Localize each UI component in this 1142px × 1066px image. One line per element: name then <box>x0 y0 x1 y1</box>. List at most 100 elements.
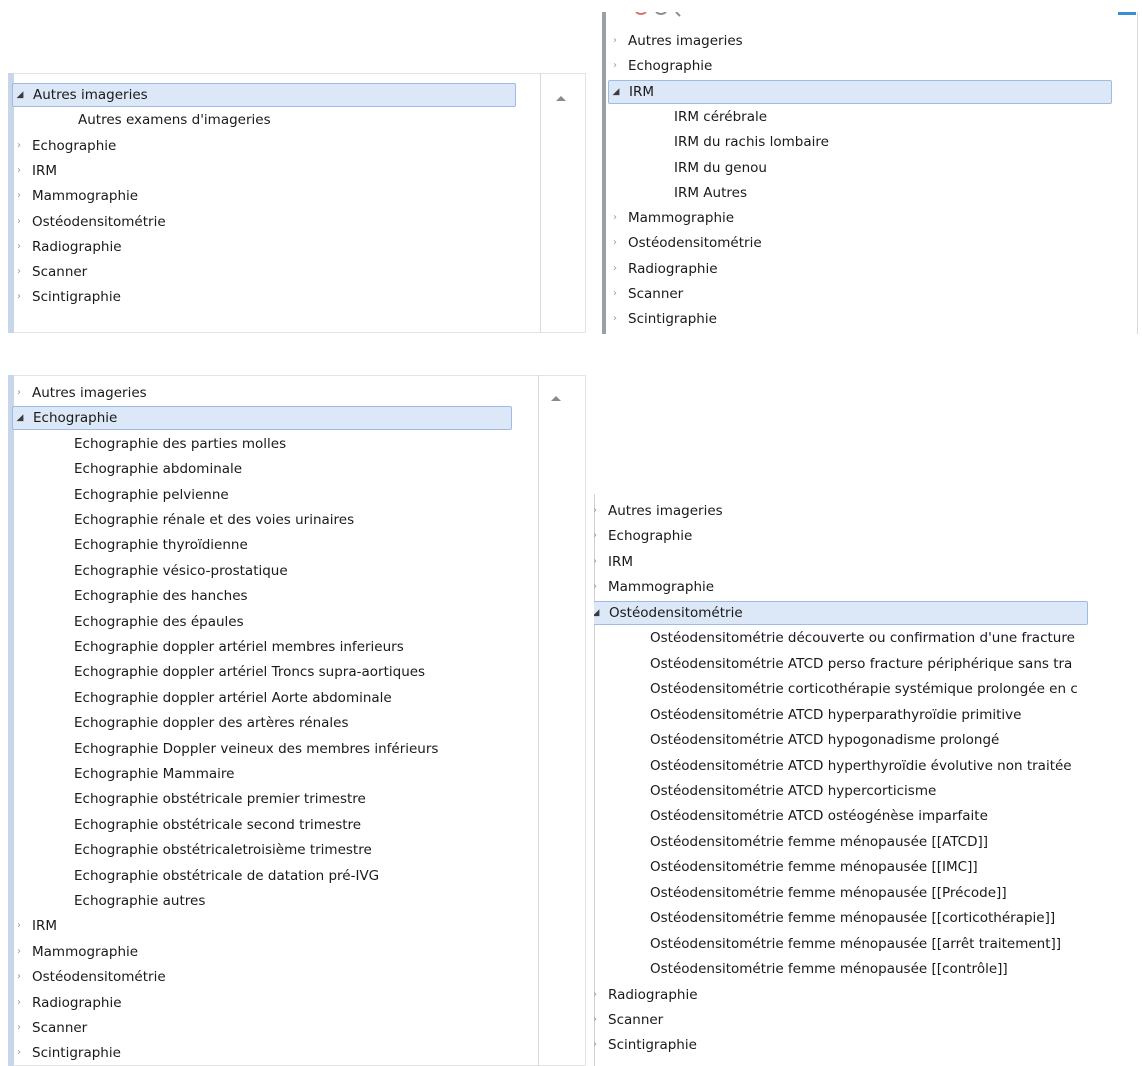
collapsed-arrow-icon[interactable]: › <box>12 991 26 1015</box>
tree-node-radiographie[interactable]: › Radiographie <box>608 257 718 281</box>
tree-leaf-item[interactable]: Ostéodensitométrie femme ménopausée [[Pr… <box>650 881 1007 905</box>
collapsed-arrow-icon[interactable]: › <box>594 1033 602 1057</box>
tree-leaf-item[interactable]: Echographie rénale et des voies urinaire… <box>74 508 354 532</box>
tree-node-scintigraphie[interactable]: › Scintigraphie <box>12 285 121 309</box>
tree-node-irm[interactable]: › IRM <box>12 914 57 938</box>
tree-leaf-item[interactable]: Ostéodensitométrie ATCD hyperparathyroïd… <box>650 703 1021 727</box>
collapsed-arrow-icon[interactable]: › <box>594 983 602 1007</box>
expanded-arrow-icon[interactable]: ◢ <box>13 407 27 429</box>
tree-node-osteodensitometrie[interactable]: › Ostéodensitométrie <box>12 210 166 234</box>
collapsed-arrow-icon[interactable]: › <box>608 307 622 331</box>
tree-node-osteodensitometrie[interactable]: ◢ Ostéodensitométrie <box>594 600 1088 625</box>
tree-node-scanner[interactable]: › Scanner <box>12 1016 87 1040</box>
tree-node-scintigraphie[interactable]: › Scintigraphie <box>608 307 717 331</box>
tree-leaf-item[interactable]: IRM cérébrale <box>674 105 767 129</box>
tree-node-scanner[interactable]: › Scanner <box>12 260 87 284</box>
collapsed-arrow-icon[interactable]: › <box>12 260 26 284</box>
collapsed-arrow-icon[interactable]: › <box>12 159 26 183</box>
tree-node-echographie[interactable]: › Echographie <box>12 134 116 158</box>
collapsed-arrow-icon[interactable]: › <box>12 1016 26 1040</box>
tree-leaf-item[interactable]: Ostéodensitométrie ATCD hypercorticisme <box>650 779 936 803</box>
tree-leaf-item[interactable]: Ostéodensitométrie ATCD hyperthyroïdie é… <box>650 754 1072 778</box>
tree-node-scintigraphie[interactable]: › Scintigraphie <box>594 1033 697 1057</box>
collapsed-arrow-icon[interactable]: › <box>608 29 622 53</box>
tree-leaf-item[interactable]: Ostéodensitométrie femme ménopausée [[ar… <box>650 932 1061 956</box>
tree-node-radiographie[interactable]: › Radiographie <box>594 983 698 1007</box>
scrollbar-track[interactable] <box>538 375 539 1066</box>
collapsed-arrow-icon[interactable]: › <box>12 134 26 158</box>
tree-leaf-item[interactable]: Ostéodensitométrie ATCD ostéogénèse impa… <box>650 804 988 828</box>
tree-leaf-item[interactable]: Autres examens d'imageries <box>78 108 271 132</box>
collapsed-arrow-icon[interactable]: › <box>12 235 26 259</box>
tree-node-radiographie[interactable]: › Radiographie <box>12 235 122 259</box>
tree-leaf-item[interactable]: Echographie thyroïdienne <box>74 533 248 557</box>
tree-leaf-item[interactable]: Echographie doppler artériel Aorte abdom… <box>74 686 392 710</box>
tree-leaf-item[interactable]: Echographie abdominale <box>74 457 242 481</box>
tree-leaf-item[interactable]: IRM du rachis lombaire <box>674 130 829 154</box>
tree-leaf-item[interactable]: Echographie obstétricale premier trimest… <box>74 787 366 811</box>
expanded-arrow-icon[interactable]: ◢ <box>609 81 623 103</box>
tree-node-autres-imageries[interactable]: › Autres imageries <box>12 381 147 405</box>
tree-leaf-item[interactable]: Ostéodensitométrie femme ménopausée [[co… <box>650 906 1055 930</box>
tree-node-autres-imageries[interactable]: › Autres imageries <box>594 499 723 523</box>
collapsed-arrow-icon[interactable]: › <box>594 524 602 548</box>
tree-node-mammographie[interactable]: › Mammographie <box>12 184 138 208</box>
scroll-up-icon[interactable] <box>554 93 568 103</box>
tree-leaf-item[interactable]: Ostéodensitométrie femme ménopausée [[IM… <box>650 855 978 879</box>
tree-leaf-item[interactable]: IRM du genou <box>674 156 767 180</box>
collapsed-arrow-icon[interactable]: › <box>12 940 26 964</box>
tree-leaf-item[interactable]: Echographie Mammaire <box>74 762 234 786</box>
tree-node-echographie[interactable]: ◢ Echographie <box>12 406 512 431</box>
collapsed-arrow-icon[interactable]: › <box>12 285 26 309</box>
tree-leaf-item[interactable]: Ostéodensitométrie femme ménopausée [[AT… <box>650 830 988 854</box>
tree-node-autres-imageries[interactable]: ◢ Autres imageries <box>12 83 516 107</box>
expanded-arrow-icon[interactable]: ◢ <box>13 84 27 106</box>
tree-leaf-item[interactable]: Echographie obstétricaletroisième trimes… <box>74 838 372 862</box>
tree-leaf-item[interactable]: Echographie pelvienne <box>74 483 229 507</box>
tree-leaf-item[interactable]: Echographie des hanches <box>74 584 248 608</box>
scrollbar-track[interactable] <box>1137 12 1138 334</box>
tree-node-osteodensitometrie[interactable]: › Ostéodensitométrie <box>12 965 166 989</box>
tree-leaf-item[interactable]: Ostéodensitométrie corticothérapie systé… <box>650 677 1078 701</box>
scrollbar-track[interactable] <box>540 73 541 333</box>
tree-leaf-item[interactable]: Ostéodensitométrie ATCD perso fracture p… <box>650 652 1072 676</box>
collapsed-arrow-icon[interactable]: › <box>608 54 622 78</box>
collapsed-arrow-icon[interactable]: › <box>608 206 622 230</box>
tree-leaf-item[interactable]: Echographie des épaules <box>74 610 244 634</box>
collapsed-arrow-icon[interactable]: › <box>12 381 26 405</box>
tree-leaf-item[interactable]: Ostéodensitométrie femme ménopausée [[co… <box>650 957 1008 981</box>
tree-leaf-item[interactable]: Echographie doppler artériel Troncs supr… <box>74 660 425 684</box>
tree-node-autres-imageries[interactable]: › Autres imageries <box>608 29 743 53</box>
tree-node-scintigraphie[interactable]: › Scintigraphie <box>12 1041 121 1065</box>
tree-node-scanner[interactable]: › Scanner <box>594 1008 663 1032</box>
tree-leaf-item[interactable]: Ostéodensitométrie ATCD hypogonadisme pr… <box>650 728 999 752</box>
tree-leaf-item[interactable]: Echographie obstétricale second trimestr… <box>74 813 361 837</box>
collapsed-arrow-icon[interactable]: › <box>608 231 622 255</box>
tree-node-irm[interactable]: › IRM <box>594 550 633 574</box>
tree-leaf-item[interactable]: IRM Autres <box>674 181 747 205</box>
tree-node-mammographie[interactable]: › Mammographie <box>12 940 138 964</box>
collapsed-arrow-icon[interactable]: › <box>594 575 602 599</box>
scroll-up-icon[interactable] <box>549 393 563 403</box>
tree-leaf-item[interactable]: Echographie vésico-prostatique <box>74 559 288 583</box>
tree-leaf-item[interactable]: Echographie des parties molles <box>74 432 286 456</box>
collapsed-arrow-icon[interactable]: › <box>594 499 602 523</box>
tree-leaf-item[interactable]: Ostéodensitométrie découverte ou confirm… <box>650 626 1075 650</box>
tree-node-mammographie[interactable]: › Mammographie <box>594 575 714 599</box>
tree-node-echographie[interactable]: › Echographie <box>594 524 692 548</box>
collapsed-arrow-icon[interactable]: › <box>12 210 26 234</box>
collapsed-arrow-icon[interactable]: › <box>594 550 602 574</box>
expanded-arrow-icon[interactable]: ◢ <box>594 602 603 624</box>
tree-node-echographie[interactable]: › Echographie <box>608 54 712 78</box>
tree-node-radiographie[interactable]: › Radiographie <box>12 991 122 1015</box>
tree-node-osteodensitometrie[interactable]: › Ostéodensitométrie <box>608 231 762 255</box>
tree-leaf-item[interactable]: Echographie Doppler veineux des membres … <box>74 737 438 761</box>
tree-node-irm[interactable]: › IRM <box>12 159 57 183</box>
collapsed-arrow-icon[interactable]: › <box>594 1008 602 1032</box>
collapsed-arrow-icon[interactable]: › <box>608 257 622 281</box>
tree-leaf-item[interactable]: Echographie doppler des artères rénales <box>74 711 348 735</box>
collapsed-arrow-icon[interactable]: › <box>12 1041 26 1065</box>
collapsed-arrow-icon[interactable]: › <box>12 965 26 989</box>
tree-leaf-item[interactable]: Echographie doppler artériel membres inf… <box>74 635 404 659</box>
tree-node-irm[interactable]: ◢ IRM <box>608 79 1112 104</box>
